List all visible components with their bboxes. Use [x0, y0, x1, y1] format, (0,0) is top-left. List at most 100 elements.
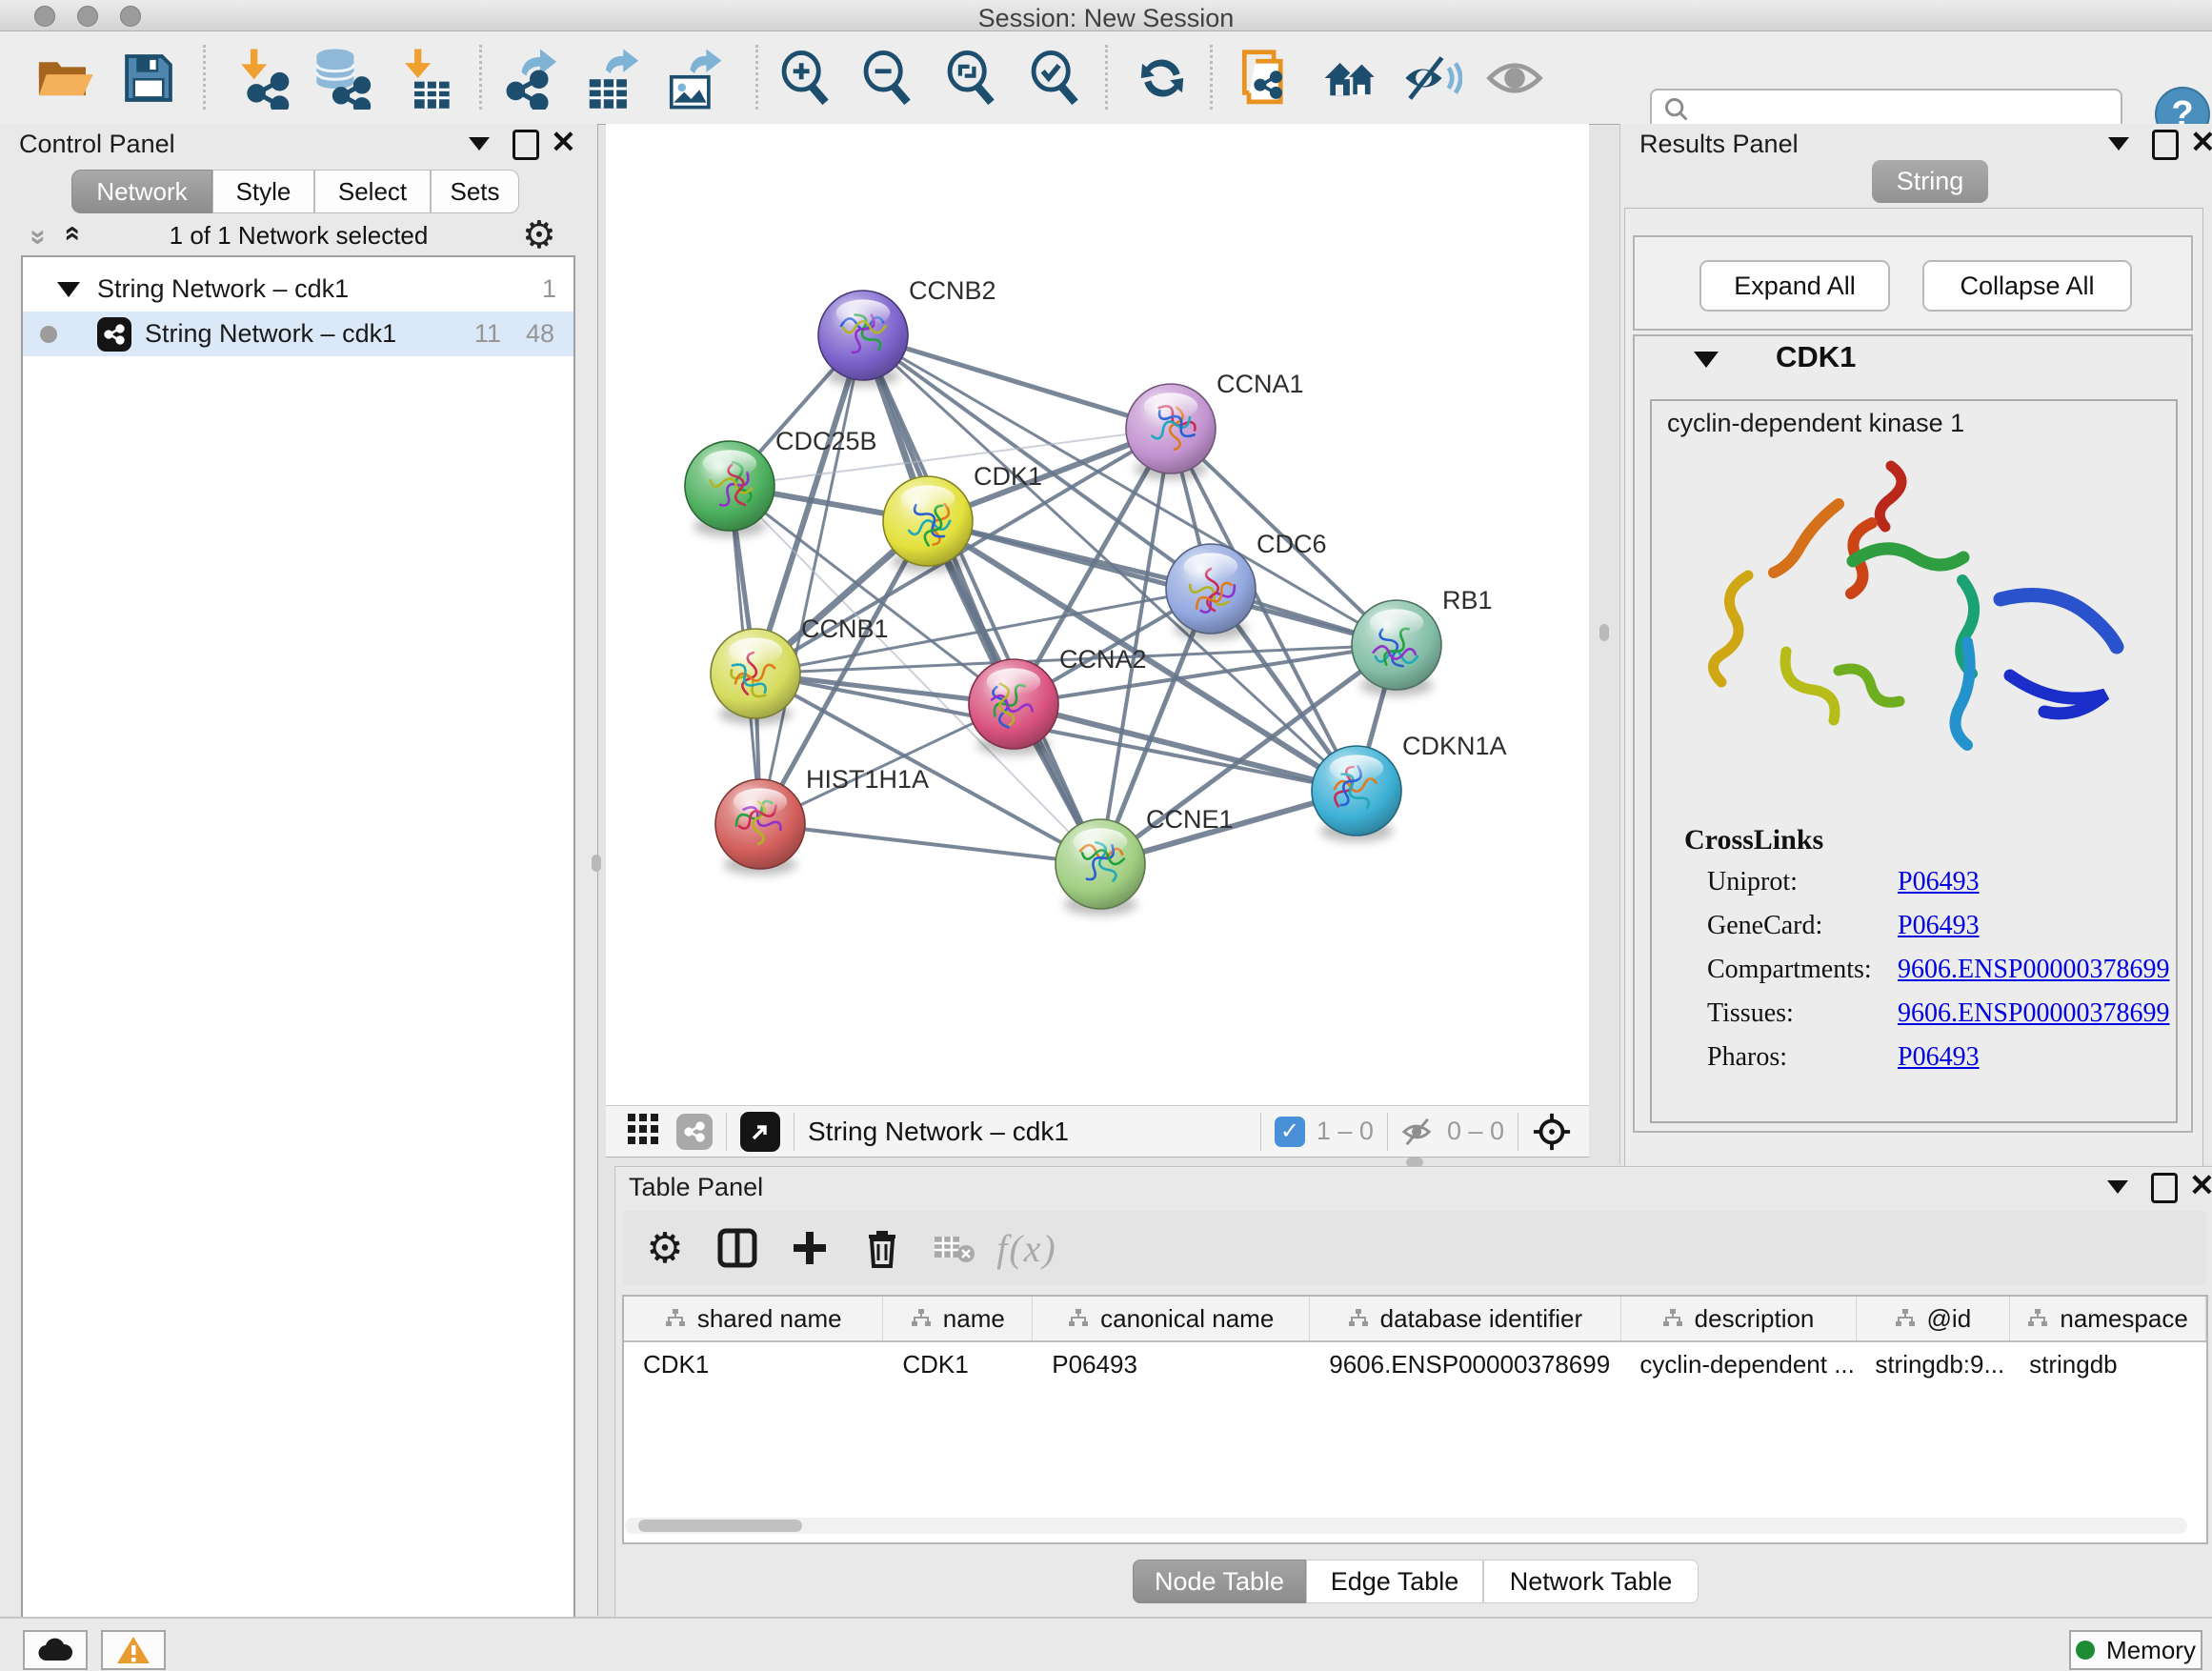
network-view[interactable]: CCNB2CCNA1CDC25BCDK1CDC6RB1CCNB1CCNA2CDK… [606, 124, 1589, 1105]
import-table-from-file-button[interactable] [389, 43, 461, 113]
cell-description[interactable]: cyclin-dependent ... [1620, 1342, 1856, 1386]
tab-network-table[interactable]: Network Table [1483, 1560, 1699, 1603]
export-table-button[interactable] [575, 43, 648, 113]
network-collection-row[interactable]: String Network – cdk1 1 [23, 267, 573, 312]
column-header-description[interactable]: description [1621, 1297, 1857, 1340]
birds-eye-crosshair-icon[interactable] [1532, 1112, 1572, 1152]
network-edge-CCNB2-HIST1H1A[interactable] [760, 335, 863, 824]
column-header-shared-name[interactable]: shared name [624, 1297, 883, 1340]
tab-sets[interactable]: Sets [431, 170, 519, 213]
network-node-HIST1H1A[interactable]: HIST1H1A [715, 765, 929, 876]
gene-name: CDK1 [1776, 340, 1856, 374]
fit-content-button[interactable] [935, 43, 1008, 113]
crosslink-link[interactable]: 9606.ENSP00000378699 [1898, 955, 2169, 985]
hide-selected-button[interactable] [1397, 43, 1469, 113]
column-header-database-identifier[interactable]: database identifier [1310, 1297, 1620, 1340]
network-graph[interactable]: CCNB2CCNA1CDC25BCDK1CDC6RB1CCNB1CCNA2CDK… [606, 124, 1589, 1105]
refresh-view-button[interactable] [1126, 43, 1198, 113]
network-options-gear-icon[interactable]: ⚙ [522, 213, 556, 257]
results-panel-float-icon[interactable] [2152, 130, 2179, 160]
memory-button[interactable]: Memory [2069, 1630, 2202, 1670]
export-network-button[interactable] [493, 43, 566, 113]
network-row-selected[interactable]: String Network – cdk1 11 48 [23, 312, 573, 356]
zoom-in-button[interactable] [770, 43, 842, 113]
expand-all-button[interactable]: Expand All [1699, 260, 1890, 312]
network-node-CDC6[interactable]: CDC6 [1166, 530, 1327, 640]
column-header-canonical-name[interactable]: canonical name [1033, 1297, 1310, 1340]
tab-string[interactable]: String [1872, 160, 1988, 203]
function-builder-icon[interactable]: f(x) [996, 1219, 1057, 1277]
selected-checkbox-icon[interactable]: ✓ [1275, 1117, 1305, 1147]
first-neighbors-button[interactable] [1315, 43, 1387, 113]
cell-canonical-name[interactable]: P06493 [1033, 1342, 1310, 1386]
network-node-RB1[interactable]: RB1 [1352, 586, 1493, 696]
import-network-from-file-button[interactable] [225, 43, 297, 113]
cell--id[interactable]: stringdb:9... [1856, 1342, 2010, 1386]
cell-name[interactable]: CDK1 [883, 1342, 1033, 1386]
table-horizontal-scrollbar[interactable] [625, 1518, 2187, 1534]
control-panel: Control Panel ✕ Network Style Select Set… [0, 124, 598, 1616]
results-scroll-area[interactable]: CDK1 cyclin-dependent kinase 1 [1633, 334, 2193, 1133]
network-node-CDC25B[interactable]: CDC25B [685, 427, 877, 537]
hidden-eye-slash-icon[interactable] [1401, 1117, 1438, 1147]
collapse-all-button[interactable]: Collapse All [1922, 260, 2132, 312]
column-header-name[interactable]: name [883, 1297, 1033, 1340]
column-header--id[interactable]: @id [1857, 1297, 2011, 1340]
search-input[interactable] [1690, 95, 2121, 125]
open-in-browser-icon[interactable] [740, 1112, 780, 1152]
grid-view-icon[interactable] [627, 1113, 659, 1150]
save-session-button[interactable] [112, 43, 185, 113]
delete-column-trash-icon[interactable] [852, 1219, 913, 1277]
gene-expander-icon[interactable] [1694, 352, 1719, 368]
control-panel-float-icon[interactable] [513, 130, 539, 160]
tab-select[interactable]: Select [314, 170, 431, 213]
table-panel-close-icon[interactable]: ✕ [2189, 1173, 2212, 1198]
zoom-selected-button[interactable] [1019, 43, 1092, 113]
status-bar: Memory [0, 1617, 2212, 1671]
show-all-button[interactable] [1478, 43, 1551, 113]
network-edge-CCNB2-CCNA1[interactable] [863, 335, 1171, 429]
network-node-CCNA1[interactable]: CCNA1 [1126, 370, 1304, 480]
scrollbar-thumb[interactable] [638, 1520, 802, 1532]
add-column-icon[interactable] [779, 1219, 840, 1277]
crosslink-link[interactable]: P06493 [1898, 1042, 1980, 1073]
cell-database-identifier[interactable]: 9606.ENSP00000378699 [1310, 1342, 1620, 1386]
string-style-icon[interactable] [676, 1114, 713, 1150]
tab-network[interactable]: Network [71, 170, 212, 213]
tab-edge-table[interactable]: Edge Table [1306, 1560, 1483, 1603]
column-header-namespace[interactable]: namespace [2010, 1297, 2206, 1340]
crosslink-link[interactable]: 9606.ENSP00000378699 [1898, 998, 2169, 1029]
import-network-from-database-button[interactable] [305, 43, 377, 113]
toolbar-separator [726, 1113, 727, 1151]
splitter-handle[interactable] [592, 855, 601, 872]
table-panel-float-icon[interactable] [2151, 1173, 2178, 1203]
collapse-all-label: Collapse All [1960, 272, 2094, 301]
export-image-button[interactable] [657, 43, 730, 113]
cell-shared-name[interactable]: CDK1 [624, 1342, 883, 1386]
network-node-CDKN1A[interactable]: CDKN1A [1312, 732, 1507, 842]
splitter-handle[interactable] [1599, 624, 1609, 641]
crosslink-link[interactable]: P06493 [1898, 867, 1980, 897]
control-panel-close-icon[interactable]: ✕ [551, 130, 576, 154]
clone-network-button[interactable] [1231, 43, 1303, 113]
toolbar-separator [1210, 45, 1213, 110]
delete-table-icon[interactable] [924, 1219, 985, 1277]
table-panel-menu-icon[interactable] [2107, 1180, 2128, 1194]
crosslink-link[interactable]: P06493 [1898, 911, 1980, 941]
show-columns-icon[interactable] [707, 1219, 768, 1277]
node-table[interactable]: shared namenamecanonical namedatabase id… [622, 1295, 2208, 1544]
open-session-button[interactable] [29, 43, 101, 113]
results-panel-close-icon[interactable]: ✕ [2190, 130, 2212, 154]
tab-style[interactable]: Style [212, 170, 314, 213]
tab-node-table[interactable]: Node Table [1133, 1560, 1306, 1603]
network-edge-HIST1H1A-CCNE1[interactable] [760, 824, 1100, 864]
zoom-out-button[interactable] [852, 43, 924, 113]
warnings-button[interactable] [101, 1630, 166, 1670]
control-panel-menu-icon[interactable] [469, 137, 490, 151]
collection-expander-icon[interactable] [57, 282, 80, 297]
cloud-status-button[interactable] [23, 1630, 88, 1670]
table-row[interactable]: CDK1CDK1P064939606.ENSP00000378699cyclin… [624, 1342, 2206, 1386]
cell-namespace[interactable]: stringdb [2010, 1342, 2206, 1386]
results-panel-menu-icon[interactable] [2108, 137, 2129, 151]
table-settings-gear-icon[interactable]: ⚙ [634, 1219, 695, 1277]
